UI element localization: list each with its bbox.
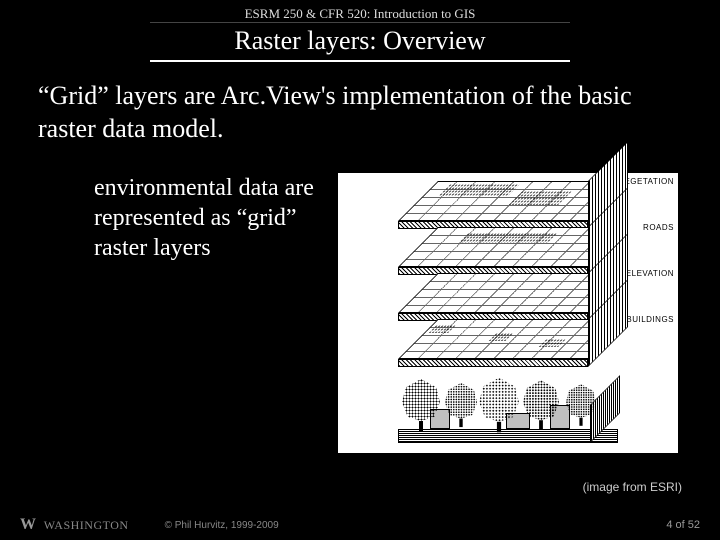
image-credit: (image from ESRI) (583, 480, 682, 494)
title-bar: Raster layers: Overview (150, 26, 570, 62)
content-row: environmental data are represented as “g… (38, 173, 682, 453)
course-code: ESRM 250 & CFR 520: Introduction to GIS (150, 0, 570, 23)
uw-w-icon: W (20, 516, 37, 533)
copyright: © Phil Hurvitz, 1999-2009 (165, 520, 279, 531)
page-number: 4 of 52 (666, 519, 700, 531)
raster-layers-figure: VEGETATION ROADS ELEVATION (338, 173, 678, 453)
slide-body: “Grid” layers are Arc.View's implementat… (0, 62, 720, 453)
body-paragraph: environmental data are represented as “g… (38, 173, 334, 453)
layer-label-roads: ROADS (643, 223, 674, 232)
layer-label-buildings: BUILDINGS (626, 315, 674, 324)
layer-label-elevation: ELEVATION (626, 269, 674, 278)
footer: W WASHINGTON © Phil Hurvitz, 1999-2009 4… (0, 510, 720, 540)
ground-scene (368, 351, 638, 443)
main-heading: “Grid” layers are Arc.View's implementat… (38, 80, 682, 145)
slide: ESRM 250 & CFR 520: Introduction to GIS … (0, 0, 720, 540)
uw-logo: W WASHINGTON (20, 516, 129, 534)
uw-text: WASHINGTON (44, 518, 129, 532)
slide-title: Raster layers: Overview (234, 26, 485, 55)
